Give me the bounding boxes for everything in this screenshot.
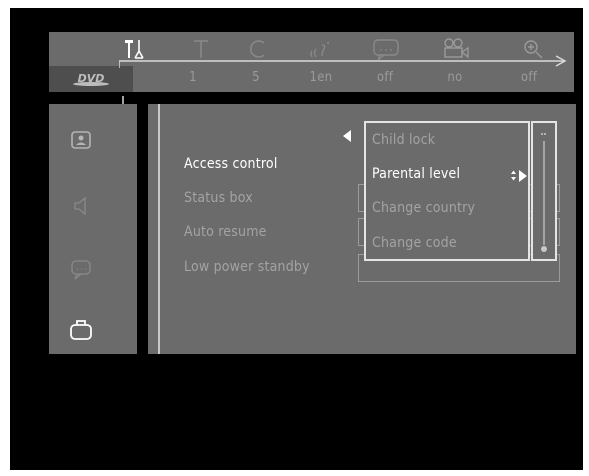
submenu-pointer-icon [343,130,351,142]
option-child-lock[interactable]: Child lock [372,132,435,148]
option-change-code[interactable]: Change code [372,235,457,251]
option-parental-level[interactable]: Parental level [372,166,460,182]
scroll-indicator [531,121,557,261]
level-slider-icon [541,133,547,252]
setting-low-power-standby[interactable]: Low power standby [184,259,310,275]
sound-icon[interactable] [63,188,99,224]
option-change-country[interactable]: Change country [372,200,475,216]
category-column [49,104,137,354]
setting-status-box[interactable]: Status box [184,190,253,206]
language-icon[interactable] [63,252,99,288]
up-down-right-arrows-icon [511,170,527,182]
setting-access-control[interactable]: Access control [184,156,278,172]
panel-divider [158,104,160,354]
features-icon[interactable] [63,312,99,348]
access-control-submenu: Child lock Parental level Change country… [364,121,530,261]
osd-screen: DVD 1 5 1en off no off Access control St… [10,8,583,470]
picture-icon[interactable] [63,122,99,158]
setting-auto-resume[interactable]: Auto resume [184,224,267,240]
